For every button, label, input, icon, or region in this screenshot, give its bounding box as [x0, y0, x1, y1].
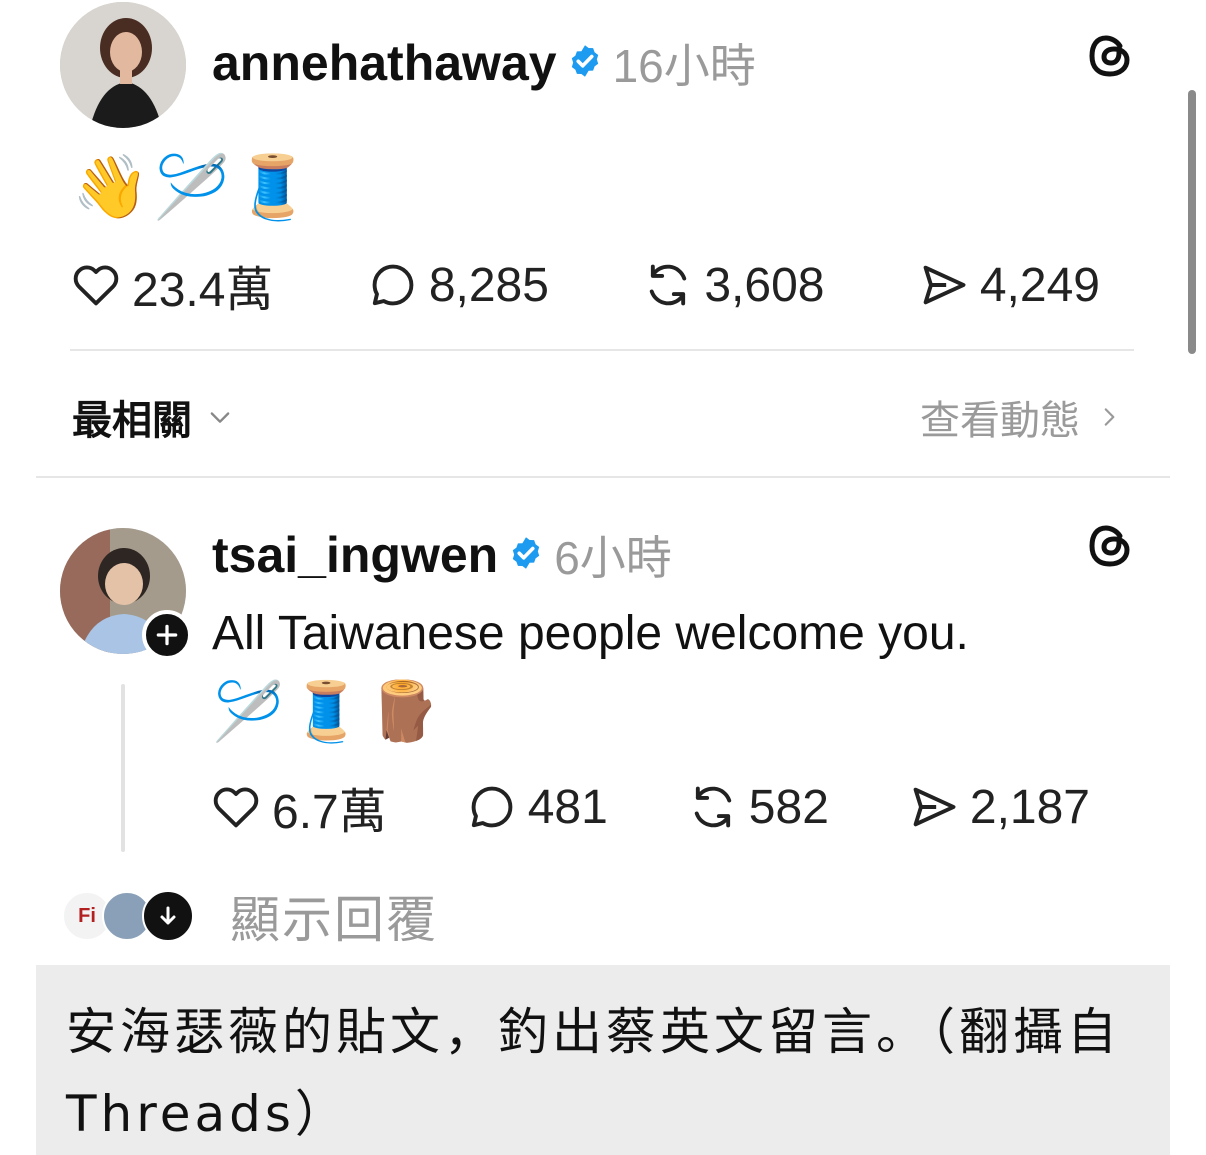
like-button[interactable]: 6.7萬 [210, 772, 387, 842]
share-button[interactable]: 2,187 [908, 780, 1090, 835]
down-arrow-icon [142, 890, 194, 942]
sort-dropdown[interactable]: 最相關 [72, 388, 234, 446]
share-count: 2,187 [969, 780, 1090, 834]
repost-count: 3,608 [704, 258, 825, 312]
comment-count: 8,285 [428, 258, 549, 312]
like-count: 23.4萬 [132, 264, 274, 317]
avatar-annehathaway[interactable] [60, 2, 186, 128]
repost-icon [650, 264, 687, 306]
post1-username[interactable]: annehathaway [212, 34, 557, 92]
divider [36, 476, 1170, 478]
send-icon [913, 787, 956, 827]
like-count: 6.7萬 [272, 786, 387, 839]
sort-label: 最相關 [72, 399, 192, 443]
divider [70, 349, 1134, 351]
verified-badge-icon [508, 535, 544, 576]
like-button[interactable]: 23.4萬 [70, 250, 273, 320]
comment-icon [372, 264, 414, 306]
threads-logo-icon[interactable] [1086, 32, 1134, 80]
view-activity-label: 查看動態 [920, 399, 1080, 443]
heart-icon [213, 787, 259, 828]
send-icon [923, 265, 966, 305]
post2-text: All Taiwanese people welcome you. [212, 607, 969, 660]
threads-logo-icon[interactable] [1086, 522, 1134, 570]
repost-count: 582 [748, 780, 829, 834]
post2-username[interactable]: tsai_ingwen [212, 526, 498, 584]
repost-button[interactable]: 3,608 [642, 258, 824, 313]
plus-icon [156, 624, 178, 646]
share-count: 4,249 [979, 258, 1100, 312]
comment-button[interactable]: 8,285 [367, 258, 549, 313]
follow-button[interactable] [142, 610, 192, 660]
chevron-right-icon [1104, 408, 1115, 426]
chevron-down-icon [210, 412, 230, 423]
post2-emoji: 🪡🧵🪵 [212, 679, 447, 744]
post2-time: 6小時 [554, 532, 672, 584]
show-replies-label: 顯示回覆 [230, 892, 438, 948]
comment-count: 481 [527, 780, 608, 834]
post1-emoji: 👋🪡🧵 [72, 153, 316, 222]
view-activity-link[interactable]: 查看動態 [920, 388, 1122, 446]
reply-avatar-label: Fi [78, 904, 96, 927]
repost-button[interactable]: 582 [687, 780, 829, 835]
image-caption: 安海瑟薇的貼文，釣出蔡英文留言。（翻攝自Threads） [36, 965, 1170, 1155]
heart-icon [73, 265, 119, 306]
show-replies[interactable]: Fi 顯示回覆 [62, 880, 438, 952]
verified-badge-icon [567, 43, 603, 84]
caption-text: 安海瑟薇的貼文，釣出蔡英文留言。（翻攝自Threads） [66, 1003, 1121, 1143]
scrollbar[interactable] [1188, 90, 1196, 354]
post1-time: 16小時 [612, 40, 756, 92]
share-button[interactable]: 4,249 [918, 258, 1100, 313]
repost-icon [694, 786, 731, 828]
thread-line [121, 684, 125, 852]
comment-icon [471, 786, 513, 828]
comment-button[interactable]: 481 [466, 780, 608, 835]
